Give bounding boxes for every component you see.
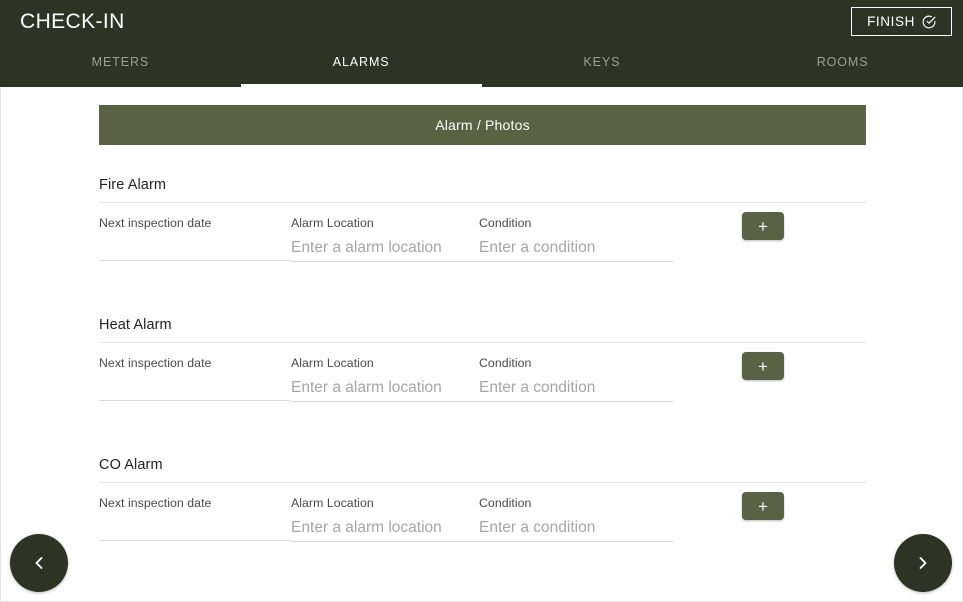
group-title-co: CO Alarm bbox=[99, 457, 163, 473]
plus-icon: + bbox=[758, 496, 768, 516]
input-next-inspection-date-heat[interactable] bbox=[99, 378, 285, 398]
underline-date-fire bbox=[99, 260, 291, 261]
tab-alarms-underline bbox=[240, 84, 482, 87]
tab-meters[interactable]: METERS bbox=[0, 45, 241, 87]
plus-icon: + bbox=[758, 356, 768, 376]
label-condition: Condition bbox=[479, 216, 532, 230]
next-page-button[interactable] bbox=[894, 534, 952, 592]
tab-keys-label: KEYS bbox=[583, 55, 621, 69]
field-condition-heat: Condition bbox=[479, 356, 665, 398]
label-alarm-location: Alarm Location bbox=[291, 216, 374, 230]
label-alarm-location: Alarm Location bbox=[291, 496, 374, 510]
alarm-group-co: CO Alarm Next inspection date Alarm Loca… bbox=[99, 425, 866, 565]
label-condition: Condition bbox=[479, 496, 532, 510]
add-alarm-button-co[interactable]: + bbox=[742, 492, 784, 520]
alarm-photos-banner[interactable]: Alarm / Photos bbox=[99, 105, 866, 145]
underline-date-heat bbox=[99, 400, 291, 401]
underline-main-co bbox=[291, 541, 673, 542]
field-alarm-location-heat: Alarm Location bbox=[291, 356, 473, 398]
check-circle-icon bbox=[922, 15, 936, 29]
alarm-row-co: Next inspection date Alarm Location Cond… bbox=[99, 483, 866, 565]
label-next-inspection-date: Next inspection date bbox=[99, 216, 212, 230]
input-condition-co[interactable] bbox=[479, 518, 665, 538]
plus-icon: + bbox=[758, 216, 768, 236]
alarm-photos-banner-label: Alarm / Photos bbox=[435, 117, 530, 133]
field-next-inspection-date-fire: Next inspection date bbox=[99, 216, 285, 258]
add-alarm-button-fire[interactable]: + bbox=[742, 212, 784, 240]
tab-meters-label: METERS bbox=[91, 55, 150, 69]
app-root: CHECK-IN FINISH METERS ALARMS KEYS ROOMS… bbox=[0, 0, 963, 602]
tab-alarms-label: ALARMS bbox=[332, 55, 390, 69]
page-title: CHECK-IN bbox=[20, 10, 125, 33]
chevron-left-icon bbox=[29, 553, 49, 573]
tab-rooms[interactable]: ROOMS bbox=[722, 45, 963, 87]
app-header: CHECK-IN FINISH METERS ALARMS KEYS ROOMS bbox=[0, 0, 963, 87]
field-next-inspection-date-co: Next inspection date bbox=[99, 496, 285, 538]
alarm-group-heat: Heat Alarm Next inspection date Alarm Lo… bbox=[99, 285, 866, 425]
tab-rooms-label: ROOMS bbox=[816, 55, 869, 69]
field-next-inspection-date-heat: Next inspection date bbox=[99, 356, 285, 398]
group-title-fire: Fire Alarm bbox=[99, 177, 167, 193]
field-alarm-location-fire: Alarm Location bbox=[291, 216, 473, 258]
underline-date-co bbox=[99, 540, 291, 541]
alarm-row-heat: Next inspection date Alarm Location Cond… bbox=[99, 343, 866, 425]
previous-page-button[interactable] bbox=[10, 534, 68, 592]
input-next-inspection-date-fire[interactable] bbox=[99, 238, 285, 258]
input-alarm-location-heat[interactable] bbox=[291, 378, 473, 398]
alarm-row-fire: Next inspection date Alarm Location Cond… bbox=[99, 203, 866, 285]
group-title-heat: Heat Alarm bbox=[99, 317, 172, 333]
field-condition-co: Condition bbox=[479, 496, 665, 538]
label-condition: Condition bbox=[479, 356, 532, 370]
label-next-inspection-date: Next inspection date bbox=[99, 356, 212, 370]
add-alarm-button-heat[interactable]: + bbox=[742, 352, 784, 380]
underline-main-fire bbox=[291, 261, 673, 262]
tab-alarms[interactable]: ALARMS bbox=[240, 45, 482, 87]
label-next-inspection-date: Next inspection date bbox=[99, 496, 212, 510]
tab-bar: METERS ALARMS KEYS ROOMS bbox=[0, 45, 963, 87]
alarm-group-fire: Fire Alarm Next inspection date Alarm Lo… bbox=[99, 145, 866, 285]
finish-button[interactable]: FINISH bbox=[851, 7, 952, 36]
input-next-inspection-date-co[interactable] bbox=[99, 518, 285, 538]
content-area: Alarm / Photos Fire Alarm Next inspectio… bbox=[0, 87, 963, 602]
finish-button-label: FINISH bbox=[867, 13, 915, 29]
label-alarm-location: Alarm Location bbox=[291, 356, 374, 370]
input-condition-fire[interactable] bbox=[479, 238, 665, 258]
input-alarm-location-co[interactable] bbox=[291, 518, 473, 538]
alarm-panel: Alarm / Photos Fire Alarm Next inspectio… bbox=[99, 105, 866, 565]
input-alarm-location-fire[interactable] bbox=[291, 238, 473, 258]
underline-main-heat bbox=[291, 401, 673, 402]
field-condition-fire: Condition bbox=[479, 216, 665, 258]
tab-keys[interactable]: KEYS bbox=[482, 45, 723, 87]
input-condition-heat[interactable] bbox=[479, 378, 665, 398]
chevron-right-icon bbox=[913, 553, 933, 573]
field-alarm-location-co: Alarm Location bbox=[291, 496, 473, 538]
